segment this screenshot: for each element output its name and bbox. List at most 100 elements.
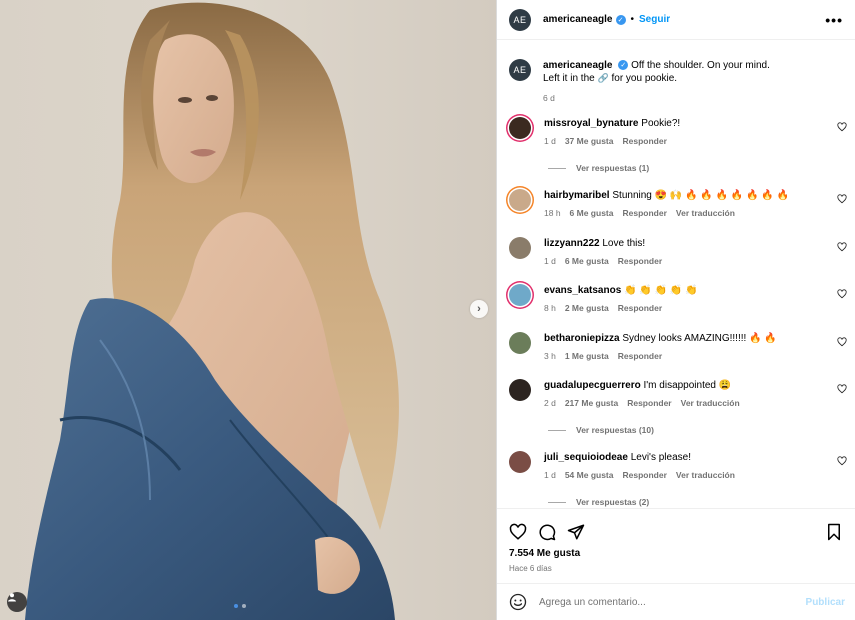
comment-time: 2 d — [544, 398, 556, 408]
comment-text: Pookie?! — [641, 118, 681, 129]
comment-username[interactable]: juli_sequioiodeae — [544, 452, 628, 463]
caption-line-2a: Left it in the — [543, 73, 595, 84]
comment-item: guadalupecguerrero I'm disappointed 😩 2 … — [509, 379, 855, 408]
comment-likes[interactable]: 217 Me gusta — [565, 398, 618, 408]
reply-button[interactable]: Responder — [622, 136, 666, 146]
comment-likes[interactable]: 6 Me gusta — [565, 256, 609, 266]
reply-button[interactable]: Responder — [627, 398, 671, 408]
comment-item: juli_sequioiodeae Levi's please! 1 d 54 M… — [509, 451, 855, 480]
translate-button[interactable]: Ver traducción — [681, 398, 740, 408]
comment-avatar[interactable] — [509, 332, 531, 354]
reply-button[interactable]: Responder — [618, 256, 662, 266]
avatar-initials: AE — [513, 65, 527, 75]
heart-icon[interactable] — [837, 194, 847, 204]
comment-avatar[interactable] — [509, 117, 531, 139]
post-actions: 7.554 Me gusta Hace 6 días — [497, 508, 855, 583]
account-username[interactable]: americaneagle — [543, 14, 613, 25]
heart-icon[interactable] — [837, 337, 847, 347]
comment-avatar[interactable] — [509, 379, 531, 401]
reply-button[interactable]: Responder — [618, 351, 662, 361]
link-emoji: 🔗 — [597, 73, 609, 83]
post-photo[interactable]: › — [0, 0, 496, 620]
tag-user-icon — [8, 593, 16, 602]
comment-avatar[interactable] — [509, 189, 531, 211]
reply-button[interactable]: Responder — [622, 208, 666, 218]
comment-item: evans_katsanos 👏 👏 👏 👏 👏 8 h 2 Me gusta Re… — [509, 284, 855, 313]
photo-illustration — [25, 2, 399, 620]
caption-avatar[interactable]: AE — [509, 59, 531, 81]
post-caption: AE americaneagle ✓ Off the shoulder. On … — [497, 41, 855, 105]
reply-button[interactable]: Responder — [622, 470, 666, 480]
view-replies-button[interactable]: Ver respuestas (2) — [548, 497, 649, 507]
comment-text: I'm disappointed 😩 — [643, 380, 732, 391]
comment-avatar[interactable] — [509, 237, 531, 259]
comment-username[interactable]: lizzyann222 — [544, 238, 600, 249]
comment-item: lizzyann222 Love this! 1 d 6 Me gusta Resp… — [509, 237, 855, 266]
carousel-dot-active — [234, 604, 238, 608]
post-header: AE americaneagle ✓ • Seguir ••• — [497, 0, 855, 40]
comment-input[interactable] — [539, 596, 806, 608]
tagged-users-button[interactable] — [7, 592, 27, 612]
next-photo-button[interactable]: › — [470, 300, 488, 318]
verified-icon: ✓ — [618, 60, 629, 71]
comment-text: Levi's please! — [630, 452, 691, 463]
comment-item: hairbymaribel Stunning 😍 🙌 🔥 🔥 🔥 🔥 🔥 🔥 🔥… — [509, 189, 855, 218]
comment-text: Love this! — [602, 238, 646, 249]
save-icon[interactable] — [825, 523, 843, 541]
comment-text: Sydney looks AMAZING!!!!!! 🔥 🔥 — [622, 333, 777, 344]
comment-text: 👏 👏 👏 👏 👏 — [624, 285, 698, 296]
comment-likes[interactable]: 2 Me gusta — [565, 303, 609, 313]
account-avatar[interactable]: AE — [509, 8, 531, 31]
comment-username[interactable]: hairbymaribel — [544, 190, 610, 201]
comment-time: 8 h — [544, 303, 556, 313]
comment-item: betharoniepizza Sydney looks AMAZING!!!!… — [509, 332, 855, 361]
post-side-panel: AE americaneagle ✓ • Seguir ••• AE ameri… — [496, 0, 855, 620]
view-replies-label: Ver respuestas (1) — [576, 163, 650, 173]
verified-icon: ✓ — [615, 14, 626, 25]
view-replies-button[interactable]: Ver respuestas (1) — [548, 163, 649, 173]
view-replies-label: Ver respuestas (2) — [576, 497, 650, 507]
comment-time: 1 d — [544, 470, 556, 480]
share-icon[interactable] — [567, 523, 585, 541]
heart-icon[interactable] — [837, 122, 847, 132]
carousel-dot — [242, 604, 246, 608]
next-icon: › — [477, 303, 481, 315]
carousel-indicator — [234, 604, 246, 608]
heart-icon[interactable] — [509, 523, 527, 541]
caption-line-1: Off the shoulder. On your mind. — [631, 60, 770, 71]
publish-button[interactable]: Publicar — [806, 597, 845, 608]
comment-username[interactable]: guadalupecguerrero — [544, 380, 641, 391]
comment-username[interactable]: betharoniepizza — [544, 333, 620, 344]
heart-icon[interactable] — [837, 456, 847, 466]
view-replies-button[interactable]: Ver respuestas (10) — [548, 425, 654, 435]
avatar-initials: AE — [513, 14, 527, 25]
comment-icon[interactable] — [538, 523, 556, 541]
follow-button[interactable]: Seguir — [639, 14, 670, 25]
comment-item: missroyal_bynature Pookie?! 1 d 37 Me gus… — [509, 117, 855, 146]
heart-icon[interactable] — [837, 242, 847, 252]
comment-username[interactable]: missroyal_bynature — [544, 118, 639, 129]
comment-avatar[interactable] — [509, 284, 531, 306]
view-replies-label: Ver respuestas (10) — [576, 425, 654, 435]
caption-username[interactable]: americaneagle — [543, 60, 613, 71]
comment-likes[interactable]: 54 Me gusta — [565, 470, 614, 480]
heart-icon[interactable] — [837, 289, 847, 299]
translate-button[interactable]: Ver traducción — [676, 208, 735, 218]
comment-likes[interactable]: 1 Me gusta — [565, 351, 609, 361]
translate-button[interactable]: Ver traducción — [676, 470, 735, 480]
comment-likes[interactable]: 6 Me gusta — [570, 208, 614, 218]
reply-button[interactable]: Responder — [618, 303, 662, 313]
caption-line-2b: for you pookie. — [611, 73, 678, 84]
comment-likes[interactable]: 37 Me gusta — [565, 136, 614, 146]
comments-list[interactable]: AE americaneagle ✓ Off the shoulder. On … — [497, 41, 855, 508]
comment-time: 18 h — [544, 208, 561, 218]
comment-avatar[interactable] — [509, 451, 531, 473]
more-icon[interactable]: ••• — [825, 12, 843, 28]
caption-time: 6 d — [543, 93, 555, 103]
comment-text: Stunning 😍 🙌 🔥 🔥 🔥 🔥 🔥 🔥 🔥 — [612, 190, 789, 201]
likes-count[interactable]: 7.554 Me gusta — [497, 545, 855, 559]
comment-time: 1 d — [544, 256, 556, 266]
heart-icon[interactable] — [837, 384, 847, 394]
comment-username[interactable]: evans_katsanos — [544, 285, 621, 296]
emoji-icon[interactable] — [509, 593, 527, 611]
